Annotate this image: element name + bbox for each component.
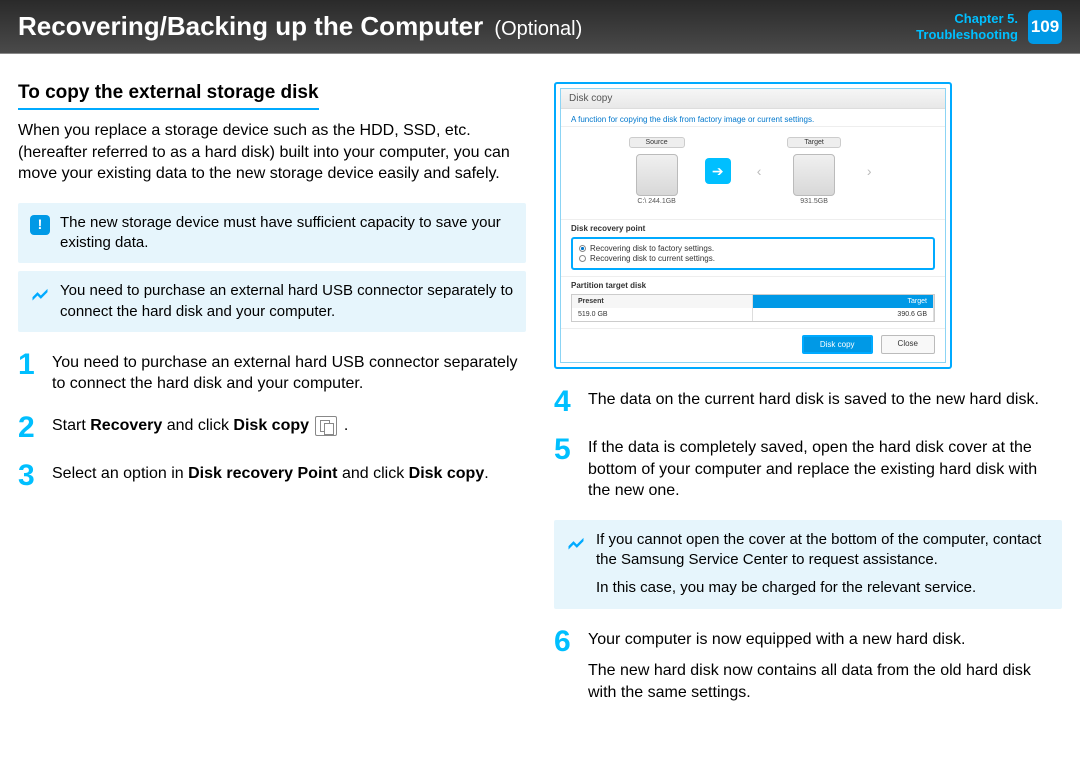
alert-icon: !	[30, 215, 50, 235]
step-2-text: Start Recovery and click Disk copy .	[52, 413, 526, 443]
recovery-option-factory[interactable]: Recovering disk to factory settings.	[579, 244, 927, 253]
disk-copy-button[interactable]: Disk copy	[802, 335, 873, 354]
step-6-text: Your computer is now equipped with a new…	[588, 627, 1062, 704]
step-number-5: 5	[554, 435, 578, 502]
step-6: 6 Your computer is now equipped with a n…	[554, 627, 1062, 704]
note-box: You need to purchase an external hard US…	[18, 271, 526, 332]
step-4: 4 The data on the current hard disk is s…	[554, 387, 1062, 417]
partition-right-size: 390.6 GB	[753, 308, 934, 321]
service-note-box: If you cannot open the cover at the bott…	[554, 520, 1062, 609]
partition-heading: Partition target disk	[561, 276, 945, 292]
step-4-text: The data on the current hard disk is sav…	[588, 387, 1062, 417]
chapter-info: Chapter 5. Troubleshooting	[916, 11, 1018, 42]
step-1-text: You need to purchase an external hard US…	[52, 350, 526, 395]
header-right: Chapter 5. Troubleshooting 109	[916, 10, 1062, 44]
service-note-text: If you cannot open the cover at the bott…	[596, 530, 1050, 599]
step-number-4: 4	[554, 387, 578, 417]
header-title: Recovering/Backing up the Computer (Opti…	[18, 11, 916, 42]
step-number-6: 6	[554, 627, 578, 704]
shot-drives-area: Source C:\ 244.1GB ➔ ‹ Target 931.5GB ›	[561, 127, 945, 219]
chapter-line-2: Troubleshooting	[916, 27, 1018, 43]
radio-icon	[579, 255, 586, 262]
chapter-line-1: Chapter 5.	[916, 11, 1018, 27]
recovery-point-heading: Disk recovery point	[561, 219, 945, 235]
partition-target-label: Target	[753, 295, 934, 308]
step-number-1: 1	[18, 350, 42, 395]
shot-description: A function for copying the disk from fac…	[561, 109, 945, 127]
source-label: Source	[629, 137, 685, 148]
chevron-left-icon[interactable]: ‹	[751, 163, 768, 179]
chevron-right-icon[interactable]: ›	[861, 163, 878, 179]
hdd-icon	[793, 154, 835, 196]
step-3: 3 Select an option in Disk recovery Poin…	[18, 461, 526, 491]
partition-left-size: 519.0 GB	[572, 308, 753, 321]
screenshot-panel: Disk copy A function for copying the dis…	[560, 88, 946, 363]
note-icon	[30, 283, 50, 303]
partition-present-label: Present	[572, 295, 753, 308]
radio-icon	[579, 245, 586, 252]
target-label: Target	[787, 137, 840, 148]
step-number-3: 3	[18, 461, 42, 491]
header-title-main: Recovering/Backing up the Computer	[18, 11, 483, 41]
content-area: To copy the external storage disk When y…	[0, 54, 1080, 721]
hdd-icon	[636, 154, 678, 196]
target-capacity: 931.5GB	[787, 198, 840, 205]
intro-paragraph: When you replace a storage device such a…	[18, 120, 526, 185]
screenshot-frame: Disk copy A function for copying the dis…	[554, 82, 952, 369]
step-3-text: Select an option in Disk recovery Point …	[52, 461, 526, 491]
note-text: You need to purchase an external hard US…	[60, 281, 514, 322]
step-5: 5 If the data is completely saved, open …	[554, 435, 1062, 502]
step-2: 2 Start Recovery and click Disk copy .	[18, 413, 526, 443]
recovery-options: Recovering disk to factory settings. Rec…	[571, 237, 935, 270]
partition-table: Present Target 519.0 GB 390.6 GB	[571, 294, 935, 322]
alert-box: ! The new storage device must have suffi…	[18, 203, 526, 264]
source-capacity: C:\ 244.1GB	[629, 198, 685, 205]
shot-button-row: Disk copy Close	[561, 328, 945, 362]
step-5-text: If the data is completely saved, open th…	[588, 435, 1062, 502]
step-number-2: 2	[18, 413, 42, 443]
target-drive: Target 931.5GB	[787, 137, 840, 205]
page-number-badge: 109	[1028, 10, 1062, 44]
close-button[interactable]: Close	[881, 335, 935, 354]
right-column: Disk copy A function for copying the dis…	[554, 82, 1062, 721]
step-1: 1 You need to purchase an external hard …	[18, 350, 526, 395]
disk-copy-icon	[315, 416, 337, 436]
left-column: To copy the external storage disk When y…	[18, 82, 526, 721]
source-drive: Source C:\ 244.1GB	[629, 137, 685, 205]
recovery-option-current[interactable]: Recovering disk to current settings.	[579, 254, 927, 263]
header-title-sub: (Optional)	[494, 18, 582, 40]
shot-titlebar: Disk copy	[561, 89, 945, 109]
note-icon	[566, 532, 586, 552]
arrow-right-icon: ➔	[705, 158, 731, 184]
section-heading: To copy the external storage disk	[18, 82, 319, 110]
alert-text: The new storage device must have suffici…	[60, 213, 514, 254]
page-header: Recovering/Backing up the Computer (Opti…	[0, 0, 1080, 54]
